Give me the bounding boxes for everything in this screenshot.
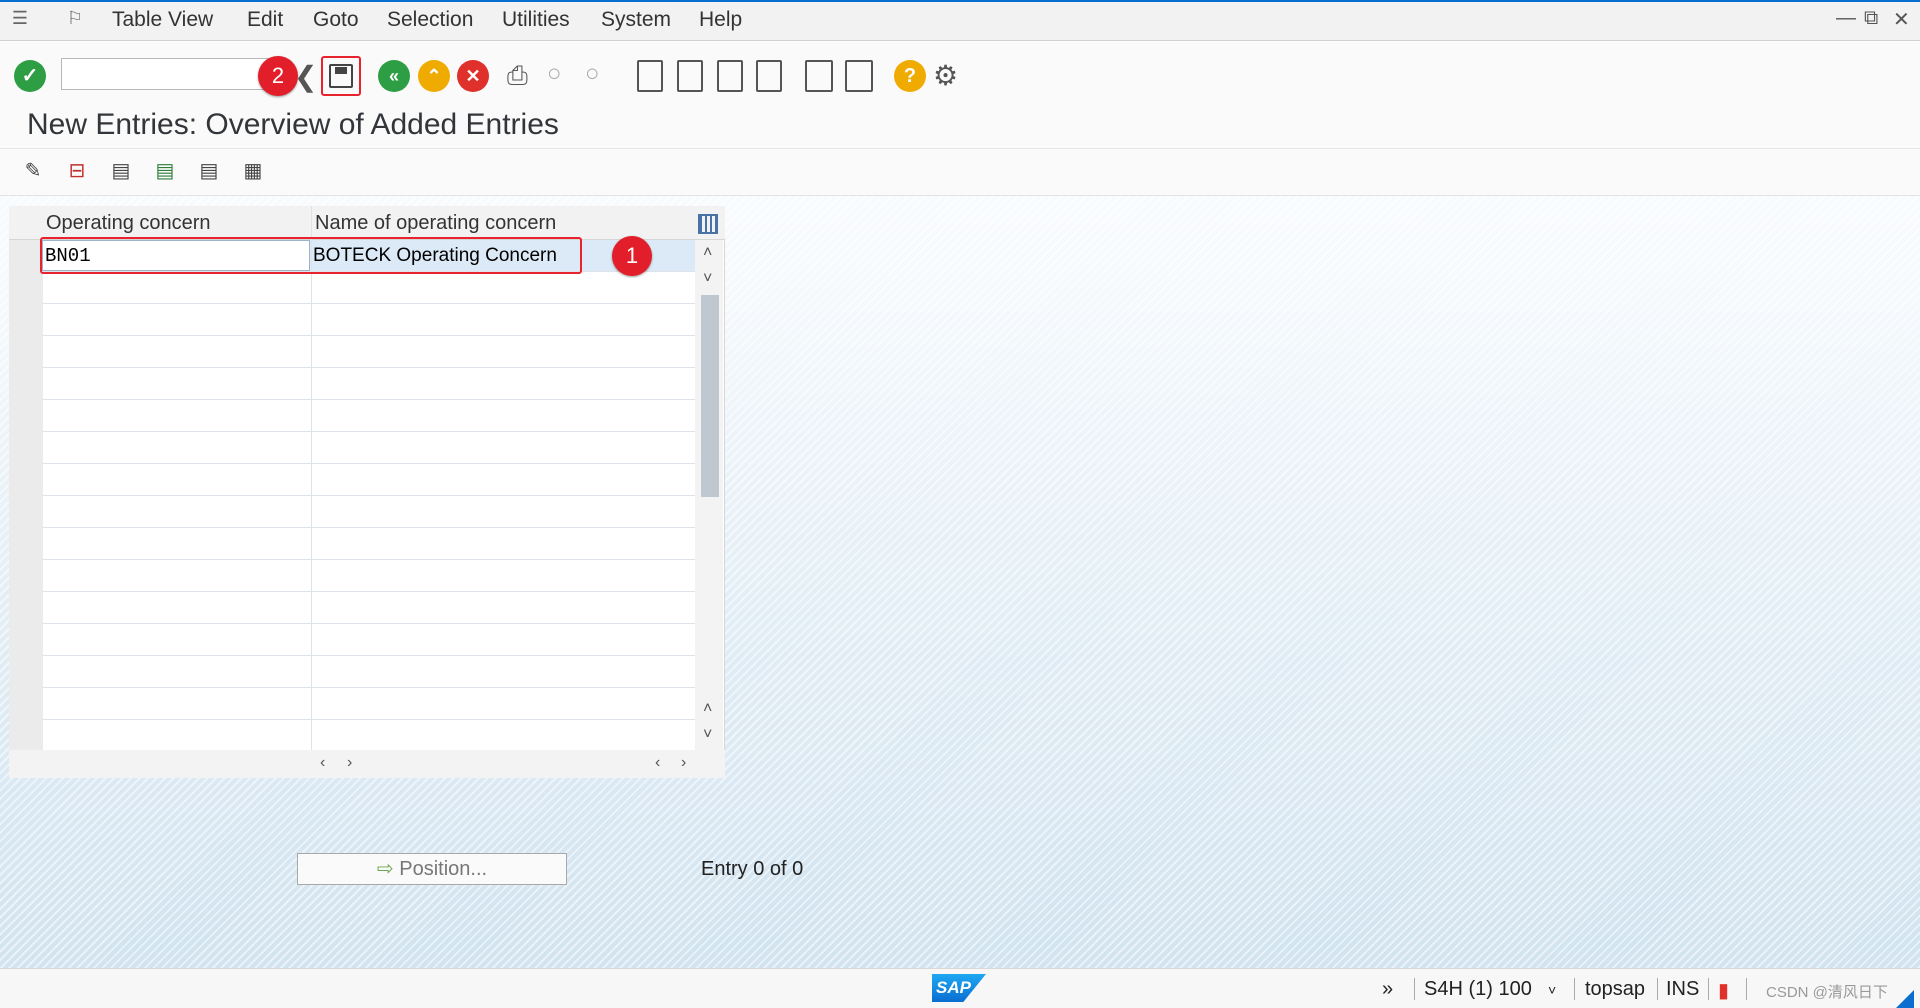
scroll-thumb[interactable] [701,295,719,497]
menu-system[interactable]: System [601,8,671,32]
deselect-all-icon[interactable]: ▤ [196,157,222,185]
enter-icon[interactable]: ✓ [14,60,46,92]
row-divider [43,463,695,464]
next-page-icon[interactable] [717,60,743,92]
table-settings-icon[interactable] [698,214,718,234]
settings-icon[interactable]: ⚙ [933,60,965,92]
row-divider [43,303,695,304]
row-divider [43,559,695,560]
system-dropdown-icon[interactable]: ˅ [1548,982,1556,998]
expand-status-icon[interactable]: » [1382,978,1393,1001]
previous-page-icon[interactable] [677,60,703,92]
row-divider [43,431,695,432]
shortcut-icon[interactable] [845,60,873,92]
row-divider [43,495,695,496]
select-all-icon[interactable]: ▤ [108,157,134,185]
horizontal-scrollbar[interactable] [9,750,725,778]
select-block-icon[interactable]: ▤ [152,157,178,185]
watermark-text: CSDN @清风日下 [1766,984,1888,1001]
menu-utilities[interactable]: Utilities [502,8,570,32]
help-icon[interactable]: ? [894,60,926,92]
server-name: topsap [1585,978,1646,1000]
column-header-operating-concern[interactable]: Operating concern [46,212,211,235]
restore-icon[interactable]: ⧉ [1864,7,1878,30]
row-divider [43,623,695,624]
row-divider [43,719,695,720]
menu-bar [0,0,1920,41]
first-page-icon[interactable] [637,60,663,92]
resize-grip-icon[interactable] [1896,990,1914,1008]
menu-icon[interactable]: ☰ [9,8,31,28]
change-display-icon[interactable]: ✎ [20,157,46,185]
status-separator [1708,978,1709,1000]
annotation-highlight-row [40,237,582,274]
column-header-name[interactable]: Name of operating concern [315,212,556,235]
row-divider [43,687,695,688]
status-separator [1574,978,1575,1000]
scroll-left-icon[interactable]: ‹ [320,754,325,772]
page-title: New Entries: Overview of Added Entries [27,108,559,141]
menu-goto[interactable]: Goto [313,8,359,32]
scroll-up-icon[interactable]: ˄ [703,244,712,262]
application-toolbar [0,149,1920,196]
menu-table-view[interactable]: Table View [112,8,213,32]
row-divider [43,399,695,400]
table-control [9,206,725,778]
page-down-icon[interactable]: ˅ [703,726,712,744]
row-divider [43,335,695,336]
cancel-icon[interactable]: ✕ [457,60,489,92]
insert-mode[interactable]: INS [1666,978,1699,1001]
annotation-badge-2: 2 [258,56,298,96]
find-icon: ○ [547,60,562,87]
exit-icon[interactable]: ⌃ [418,60,450,92]
page-up-icon[interactable]: ˄ [703,700,712,718]
scroll-left-end-icon[interactable]: ‹ [655,754,660,772]
command-field[interactable] [61,58,271,90]
flag-icon[interactable]: ⚐ [64,8,86,28]
row-divider [43,655,695,656]
scroll-right-icon[interactable]: › [347,754,352,772]
scroll-down-icon[interactable]: ˅ [703,270,712,288]
view-list-icon[interactable]: ▦ [240,157,266,185]
position-button[interactable]: ⇨ Position... [297,853,567,885]
scroll-right-end-icon[interactable]: › [681,754,686,772]
annotation-badge-1: 1 [612,236,652,276]
last-page-icon[interactable] [756,60,782,92]
status-separator [1657,978,1658,1000]
status-separator [1414,978,1415,1000]
row-selector-column[interactable] [9,206,43,750]
security-icon: ▮ [1718,980,1730,1002]
position-label: Position... [399,858,488,880]
save-button-highlight[interactable] [321,56,361,96]
create-session-icon[interactable] [805,60,833,92]
position-icon: ⇨ [376,858,400,880]
column-divider [311,206,312,750]
system-info[interactable]: S4H (1) 100 [1424,978,1532,1001]
minimize-icon[interactable]: — [1836,7,1856,30]
save-icon[interactable] [329,64,353,88]
save-icon-shutter [335,67,347,74]
row-divider [43,527,695,528]
menu-help[interactable]: Help [699,8,742,32]
row-divider [43,591,695,592]
entry-counter: Entry 0 of 0 [701,858,804,880]
row-divider [43,367,695,368]
print-icon[interactable]: ⎙ [507,60,539,92]
menu-selection[interactable]: Selection [387,8,473,32]
delete-row-icon[interactable]: ⊟ [64,157,90,185]
close-icon[interactable]: ✕ [1893,7,1910,32]
back-icon[interactable]: « [378,60,410,92]
status-separator [1746,978,1747,1000]
find-next-icon: ○ [585,60,600,87]
menu-edit[interactable]: Edit [247,8,283,32]
